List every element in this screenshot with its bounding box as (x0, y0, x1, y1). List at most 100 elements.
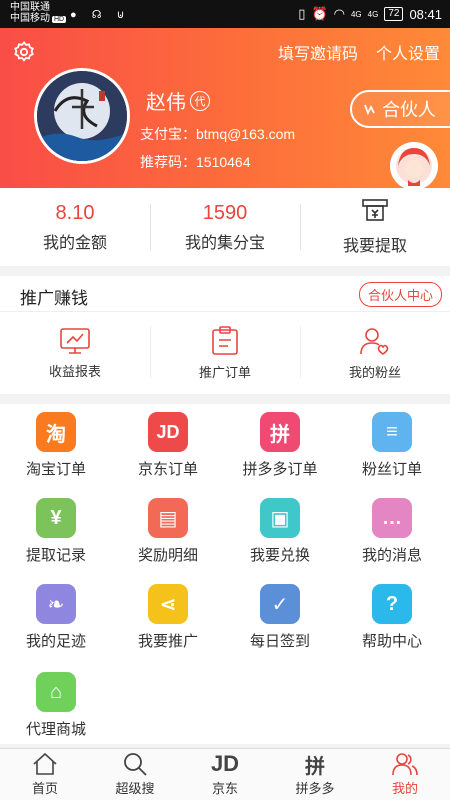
grid-item-label: 京东订单 (137, 461, 198, 478)
pinduoduo-nav-icon: 拼 (305, 755, 325, 778)
grid-item-label: 粉丝订单 (361, 461, 422, 478)
clipboard-icon (212, 325, 238, 355)
feature-grid: 淘淘宝订单 JD 京东订单 拼拼多多订单 ≡ 粉丝订单 ¥ 提取记录 ▤ 奖励明细 ▣ 我要兑换 … 我的… (0, 404, 450, 744)
profile-header: 填写邀请码 个人设置 赵伟 代 支付宝：btmq@163.com 推荐码：151… (0, 28, 450, 190)
my-balance-stat[interactable]: 8.10 我的金额 (0, 188, 150, 266)
bottom-nav: 首页 超级搜 JD 京东 拼 拼多多 我的 (0, 748, 450, 800)
my-fans-item[interactable]: 我的粉丝 (300, 312, 450, 394)
grid-item-label: 我的足迹 (25, 633, 86, 650)
jd-icon: JD (148, 412, 188, 452)
nav-jd-label: 京东 (211, 781, 238, 796)
nav-home-label: 首页 (31, 781, 58, 796)
promo-title: 推广赚钱 (20, 289, 88, 308)
nav-home[interactable]: 首页 (0, 749, 90, 800)
wifi-icon: ◠ (333, 6, 345, 21)
grid-item-taobao[interactable]: 淘淘宝订单 (0, 412, 112, 479)
partner-button[interactable]: 合伙人 (350, 90, 450, 128)
grid-item-label: 拼多多订单 (242, 461, 318, 478)
referral-info: 推荐码：1510464 (140, 152, 251, 172)
grid-item-share[interactable]: ⋖ 我要推广 (112, 584, 224, 651)
jifenbao-stat[interactable]: 1590 我的集分宝 (150, 188, 300, 266)
hd-badge: HD (52, 16, 67, 23)
grid-item-calendar[interactable]: ✓ 每日签到 (224, 584, 336, 651)
taobao-icon: 淘 (36, 412, 76, 452)
partner-center-button[interactable]: 合伙人中心 (358, 282, 442, 307)
avatar[interactable] (34, 68, 130, 164)
clock: 08:41 (409, 6, 442, 22)
grid-item-pinduoduo[interactable]: 拼拼多多订单 (224, 412, 336, 479)
my-fans-label: 我的粉丝 (348, 364, 401, 380)
status-bar: 中国联通 中国移动 HD ● ☊ ⊍ ▯ ⏰ ◠ 4G 4G 72 08:41 (0, 0, 450, 28)
promo-header: 推广赚钱 合伙人中心 (0, 276, 450, 312)
grid-item-footprint[interactable]: ❧ 我的足迹 (0, 584, 112, 651)
nav-pinduoduo-label: 拼多多 (295, 781, 335, 796)
promo-orders-item[interactable]: 推广订单 (150, 312, 300, 394)
grid-item-label: 提取记录 (25, 547, 86, 564)
fans-icon (360, 327, 389, 355)
carrier-1: 中国联通 (10, 2, 50, 13)
footprint-icon: ❧ (36, 584, 76, 624)
share-icon: ⋖ (148, 584, 188, 624)
grid-item-gift[interactable]: ▣ 我要兑换 (224, 498, 336, 565)
crown-icon (364, 104, 375, 116)
referral-label: 推荐码： (140, 154, 196, 170)
partner-button-label: 合伙人 (382, 100, 436, 120)
grid-item-label: 我要兑换 (249, 547, 310, 564)
nav-pinduoduo[interactable]: 拼 拼多多 (270, 749, 360, 800)
grid-item-message[interactable]: … 我的消息 (336, 498, 448, 565)
report-icon (60, 327, 90, 354)
battery-indicator: 72 (384, 7, 404, 21)
nav-mine-label: 我的 (391, 781, 418, 796)
username: 赵伟 (146, 92, 186, 114)
customer-service-icon[interactable] (390, 142, 438, 190)
grid-item-label: 淘宝订单 (25, 461, 86, 478)
grid-item-withdraw-record[interactable]: ¥ 提取记录 (0, 498, 112, 565)
withdraw-record-icon: ¥ (36, 498, 76, 538)
earnings-report-label: 收益报表 (48, 363, 101, 379)
gear-icon[interactable] (12, 40, 36, 64)
grid-item-store[interactable]: ⌂ 代理商城 (0, 672, 112, 739)
balance-value: 8.10 (55, 201, 95, 224)
grid-item-label: 代理商城 (25, 721, 86, 738)
promo-row: 收益报表 推广订单 我的粉丝 (0, 312, 450, 394)
nav-jd[interactable]: JD 京东 (180, 749, 270, 800)
carrier-info: 中国联通 中国移动 HD (10, 2, 67, 25)
notification-icons: ● ☊ ⊍ (70, 9, 131, 21)
withdraw-icon (362, 198, 388, 226)
grid-item-help[interactable]: ? 帮助中心 (336, 584, 448, 651)
jifenbao-value: 1590 (202, 201, 248, 224)
username-row: 赵伟 代 (146, 86, 210, 115)
personal-settings-link[interactable]: 个人设置 (376, 40, 440, 64)
vibrate-icon: ▯ (298, 6, 306, 21)
alipay-info: 支付宝：btmq@163.com (140, 124, 295, 144)
grid-item-label: 帮助中心 (361, 633, 422, 650)
grid-item-label: 每日签到 (249, 633, 310, 650)
search-icon (122, 752, 148, 776)
signal-1: 4G (350, 9, 362, 19)
store-icon: ⌂ (36, 672, 76, 712)
jd-nav-icon: JD (210, 751, 240, 776)
grid-item-reward-detail[interactable]: ▤ 奖励明细 (112, 498, 224, 565)
nav-super-search[interactable]: 超级搜 (90, 749, 180, 800)
earnings-report-item[interactable]: 收益报表 (0, 312, 150, 394)
fans-order-icon: ≡ (372, 412, 412, 452)
grid-item-label: 我要推广 (137, 633, 198, 650)
help-icon: ? (372, 584, 412, 624)
user-icon (392, 752, 418, 776)
alarm-icon: ⏰ (311, 6, 328, 21)
agent-badge: 代 (190, 90, 210, 111)
grid-item-jd[interactable]: JD 京东订单 (112, 412, 224, 479)
balance-label: 我的金额 (42, 234, 107, 252)
home-icon (32, 752, 58, 776)
grid-item-fans-order[interactable]: ≡ 粉丝订单 (336, 412, 448, 479)
nav-mine[interactable]: 我的 (360, 749, 450, 800)
message-icon: … (372, 498, 412, 538)
invite-code-link[interactable]: 填写邀请码 (278, 40, 358, 64)
withdraw-label: 我要提取 (342, 237, 407, 255)
stats-row: 8.10 我的金额 1590 我的集分宝 我要提取 (0, 188, 450, 266)
alipay-label: 支付宝： (140, 126, 196, 142)
jifenbao-label: 我的集分宝 (184, 234, 265, 252)
reward-detail-icon: ▤ (148, 498, 188, 538)
grid-item-label: 奖励明细 (137, 547, 198, 564)
withdraw-button[interactable]: 我要提取 (300, 188, 450, 266)
